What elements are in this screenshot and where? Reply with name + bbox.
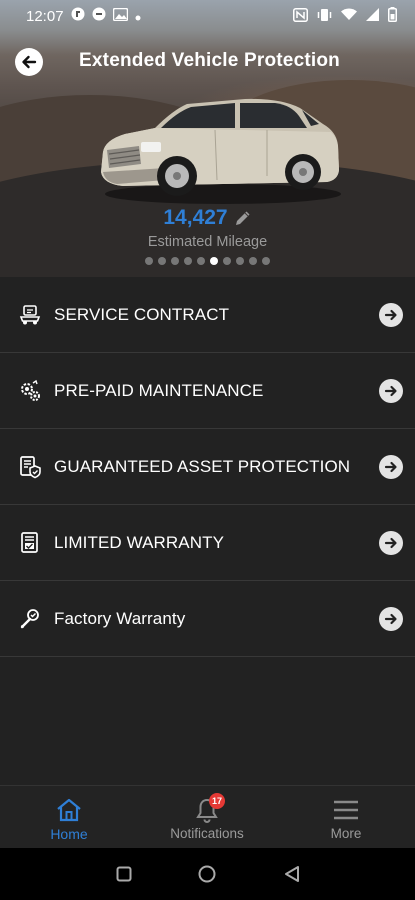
carousel-dot[interactable] xyxy=(184,257,192,265)
document-check-icon xyxy=(17,530,43,556)
bottom-navigation: Home 17 Notifications More xyxy=(0,785,415,848)
app-notification-icon xyxy=(92,7,106,25)
gears-icon xyxy=(17,378,43,404)
carousel-dot[interactable] xyxy=(145,257,153,265)
carousel-dot[interactable] xyxy=(171,257,179,265)
circle-icon xyxy=(198,865,216,883)
chevron-right-icon[interactable] xyxy=(379,302,403,327)
status-bar: 12:07 xyxy=(0,0,415,32)
tab-more[interactable]: More xyxy=(277,786,415,849)
menu-item-factory-warranty[interactable]: Factory Warranty xyxy=(0,581,415,657)
back-system-button[interactable] xyxy=(282,864,302,884)
mileage-value: 14,427 xyxy=(163,206,228,229)
signal-icon xyxy=(366,8,379,24)
vibrate-icon xyxy=(317,8,332,25)
vehicle-hero: 12:07 Extended Vehicle Protection 14,427… xyxy=(0,0,415,285)
app-notification-icon xyxy=(71,7,85,25)
carousel-dot[interactable] xyxy=(197,257,205,265)
house-icon xyxy=(54,795,84,825)
document-shield-icon xyxy=(17,454,43,480)
carousel-dots xyxy=(0,257,415,265)
menu-item-label: PRE-PAID MAINTENANCE xyxy=(54,380,264,400)
chevron-right-icon[interactable] xyxy=(379,530,403,555)
tab-notifications[interactable]: 17 Notifications xyxy=(138,786,276,849)
carousel-dot[interactable] xyxy=(262,257,270,265)
protection-menu: SERVICE CONTRACT PRE-PAID MAINTENANCE GU… xyxy=(0,277,415,785)
mileage: 14,427 xyxy=(0,206,415,230)
status-time: 12:07 xyxy=(26,7,64,25)
notification-badge: 17 xyxy=(208,793,225,809)
menu-item-pre-paid-maintenance[interactable]: PRE-PAID MAINTENANCE xyxy=(0,353,415,429)
dot-icon xyxy=(135,8,141,25)
chevron-right-icon[interactable] xyxy=(379,378,403,403)
menu-item-label: GUARANTEED ASSET PROTECTION xyxy=(54,456,351,476)
chevron-right-icon[interactable] xyxy=(379,454,403,479)
carousel-dot[interactable] xyxy=(210,257,218,265)
wifi-icon xyxy=(341,8,357,24)
carousel-dot[interactable] xyxy=(249,257,257,265)
chevron-right-icon[interactable] xyxy=(379,606,403,631)
wrench-check-icon xyxy=(17,606,43,632)
app-header: Extended Vehicle Protection xyxy=(0,44,415,80)
menu-item-label: SERVICE CONTRACT xyxy=(54,304,230,324)
nfc-icon xyxy=(293,7,308,25)
menu-item-limited-warranty[interactable]: LIMITED WARRANTY xyxy=(0,505,415,581)
menu-item-guaranteed-asset-protection[interactable]: GUARANTEED ASSET PROTECTION xyxy=(0,429,415,505)
hamburger-icon xyxy=(331,795,361,825)
bell-icon: 17 xyxy=(192,793,225,825)
triangle-back-icon xyxy=(285,866,299,882)
pencil-icon[interactable] xyxy=(234,209,252,227)
image-icon xyxy=(112,7,128,25)
tab-more-label: More xyxy=(330,826,362,841)
carousel-dot[interactable] xyxy=(158,257,166,265)
menu-item-label: LIMITED WARRANTY xyxy=(54,532,225,552)
carousel-dot[interactable] xyxy=(236,257,244,265)
tab-notifications-label: Notifications xyxy=(170,826,244,841)
carousel-dot[interactable] xyxy=(223,257,231,265)
menu-item-service-contract[interactable]: SERVICE CONTRACT xyxy=(0,277,415,353)
battery-icon xyxy=(388,7,397,25)
vehicle-image xyxy=(101,98,341,204)
car-contract-icon xyxy=(17,302,43,328)
square-icon xyxy=(116,866,132,882)
tab-home-label: Home xyxy=(50,826,88,842)
recents-button[interactable] xyxy=(114,864,134,884)
system-navigation-bar xyxy=(0,848,415,900)
tab-home[interactable]: Home xyxy=(0,786,138,849)
mileage-label: Estimated Mileage xyxy=(147,234,268,250)
menu-item-label: Factory Warranty xyxy=(54,608,186,628)
page-title: Extended Vehicle Protection xyxy=(79,50,340,71)
home-button[interactable] xyxy=(197,864,217,884)
